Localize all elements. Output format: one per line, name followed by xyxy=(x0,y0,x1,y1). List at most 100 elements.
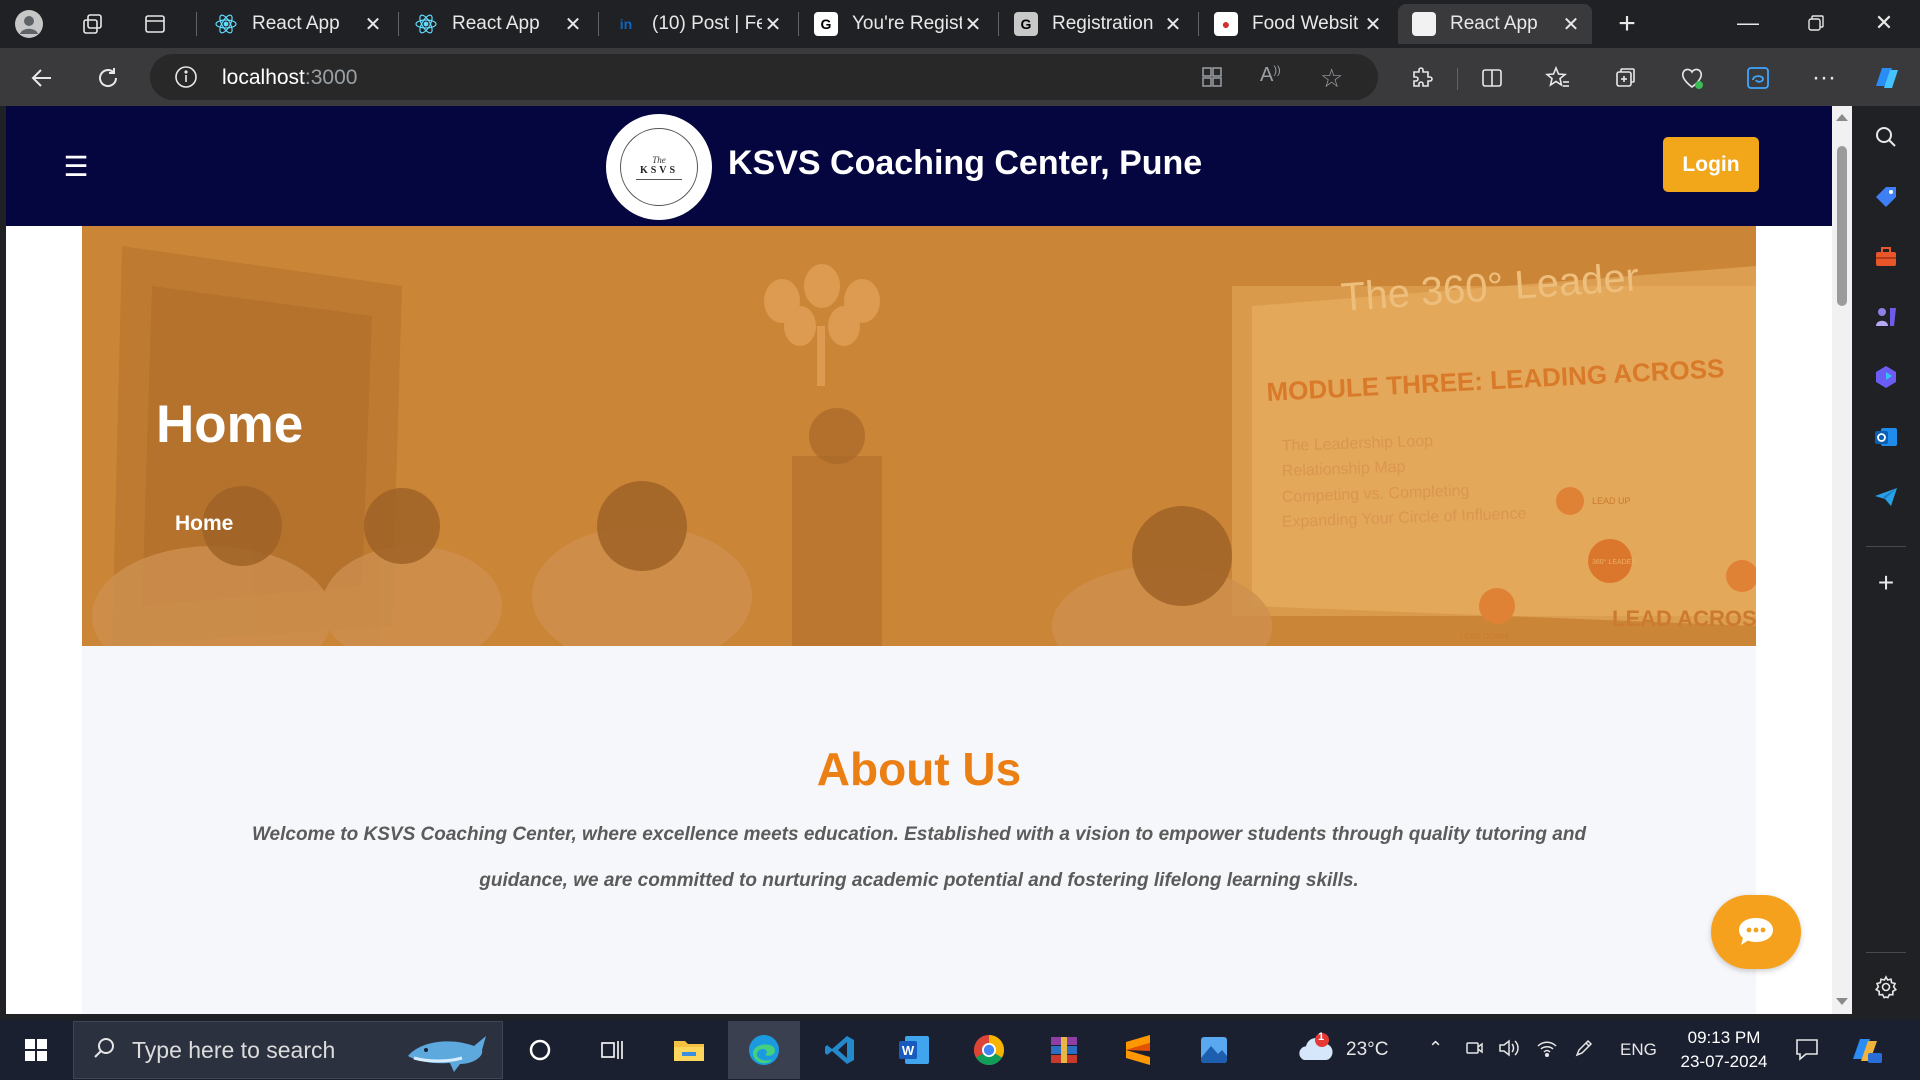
winrar-icon[interactable] xyxy=(1028,1021,1100,1079)
show-hidden-icons-icon[interactable]: ⌃ xyxy=(1428,1038,1443,1059)
edge-drop-icon[interactable] xyxy=(1740,60,1776,96)
new-tab-icon[interactable]: + xyxy=(1612,7,1642,40)
more-options-icon[interactable]: ··· xyxy=(1806,60,1842,96)
app-available-icon[interactable] xyxy=(1200,65,1224,94)
minimize-icon[interactable]: — xyxy=(1714,0,1782,46)
tab-title: Registration xyxy=(1052,13,1154,34)
clock-date: 23-07-2024 xyxy=(1680,1052,1768,1071)
address-bar[interactable]: localhost:3000 A)) ☆ xyxy=(150,54,1378,100)
restore-icon[interactable] xyxy=(1782,0,1850,46)
volume-icon[interactable] xyxy=(1498,1038,1520,1063)
read-aloud-icon[interactable]: A)) xyxy=(1260,64,1281,87)
browser-tab[interactable]: ● Food Websit ✕ xyxy=(1200,4,1394,44)
browser-tab-active[interactable]: React App ✕ xyxy=(1398,4,1592,44)
browser-toolbar: localhost:3000 A)) ☆ ··· xyxy=(0,48,1920,106)
login-button[interactable]: Login xyxy=(1663,137,1759,192)
linkedin-favicon-icon: in xyxy=(619,16,633,32)
browser-tab[interactable]: in (10) Post | Fe ✕ xyxy=(600,4,794,44)
close-tab-icon[interactable]: ✕ xyxy=(1362,13,1384,36)
site-header: ☰ The KSVS KSVS Coaching Center, Pune Lo… xyxy=(6,106,1832,226)
task-view-icon[interactable] xyxy=(576,1021,648,1079)
close-tab-icon[interactable]: ✕ xyxy=(962,13,984,36)
refresh-icon[interactable] xyxy=(90,60,126,96)
outlook-icon[interactable] xyxy=(1869,420,1903,454)
notifications-icon[interactable] xyxy=(1794,1036,1820,1067)
chrome-icon[interactable] xyxy=(953,1021,1025,1079)
copilot-icon[interactable] xyxy=(1868,60,1904,96)
hero-banner: The 360° Leader MODULE THREE: LEADING AC… xyxy=(82,226,1756,646)
copilot-taskbar-icon[interactable] xyxy=(1848,1033,1882,1072)
chat-button[interactable] xyxy=(1711,895,1801,969)
wifi-icon[interactable] xyxy=(1536,1038,1558,1063)
browser-tab[interactable]: G Registration ✕ xyxy=(1000,4,1194,44)
page-scrollbar[interactable] xyxy=(1832,106,1852,1014)
site-logo[interactable]: The KSVS xyxy=(606,114,712,220)
sublime-text-icon[interactable] xyxy=(1102,1021,1174,1079)
close-tab-icon[interactable]: ✕ xyxy=(362,13,384,36)
extensions-icon[interactable] xyxy=(1404,60,1440,96)
browser-essentials-icon[interactable] xyxy=(1674,60,1710,96)
hero-title: Home xyxy=(156,395,304,454)
close-tab-icon[interactable]: ✕ xyxy=(762,13,784,36)
favorite-star-icon[interactable]: ☆ xyxy=(1320,63,1343,94)
close-tab-icon[interactable]: ✕ xyxy=(562,13,584,36)
sidebar-settings-gear-icon[interactable] xyxy=(1869,970,1903,1004)
search-icon xyxy=(92,1036,116,1065)
meet-now-icon[interactable] xyxy=(1464,1038,1484,1063)
vscode-icon[interactable] xyxy=(804,1021,876,1079)
scroll-up-icon[interactable] xyxy=(1836,114,1848,121)
profile-avatar-icon[interactable] xyxy=(14,9,44,39)
close-tab-icon[interactable]: ✕ xyxy=(1560,13,1582,36)
browser-tab[interactable]: G You're Regist ✕ xyxy=(800,4,994,44)
tab-title: React App xyxy=(452,13,540,34)
word-icon[interactable]: W xyxy=(878,1021,950,1079)
weather-icon[interactable]: 1 xyxy=(1296,1031,1336,1071)
copilot-app-icon[interactable] xyxy=(1869,360,1903,394)
site-info-icon[interactable] xyxy=(174,65,198,94)
g-favicon-icon: G xyxy=(814,12,838,36)
close-window-icon[interactable]: ✕ xyxy=(1850,0,1918,46)
react-favicon-icon xyxy=(214,12,238,36)
split-screen-icon[interactable] xyxy=(1474,60,1510,96)
tools-briefcase-icon[interactable] xyxy=(1869,240,1903,274)
edge-browser-icon[interactable] xyxy=(728,1021,800,1079)
cortana-icon[interactable] xyxy=(504,1021,576,1079)
dolphin-search-highlight-icon xyxy=(404,1028,490,1079)
about-title: About Us xyxy=(816,743,1022,795)
back-icon[interactable] xyxy=(24,60,60,96)
breadcrumb[interactable]: Home xyxy=(175,512,233,536)
tab-title: React App xyxy=(1450,13,1538,34)
tab-title: You're Regist xyxy=(852,13,962,34)
telegram-send-icon[interactable] xyxy=(1869,480,1903,514)
add-sidebar-app-icon[interactable]: + xyxy=(1869,566,1903,600)
hamburger-menu-icon[interactable]: ☰ xyxy=(60,150,92,182)
shopping-tag-icon[interactable] xyxy=(1869,180,1903,214)
taskbar-clock[interactable]: 09:13 PM 23-07-2024 xyxy=(1662,1026,1786,1074)
browser-tab[interactable]: React App ✕ xyxy=(200,4,394,44)
weather-temperature: 23°C xyxy=(1346,1039,1389,1060)
scroll-down-icon[interactable] xyxy=(1836,998,1848,1005)
close-tab-icon[interactable]: ✕ xyxy=(1162,13,1184,36)
browser-tab[interactable]: React App ✕ xyxy=(400,4,594,44)
svg-text:W: W xyxy=(902,1043,915,1058)
page-viewport: ☰ The KSVS KSVS Coaching Center, Pune Lo… xyxy=(6,106,1832,1014)
photos-icon[interactable] xyxy=(1178,1021,1250,1079)
taskbar-search-input[interactable]: Type here to search xyxy=(73,1021,503,1079)
hero-image: The 360° Leader MODULE THREE: LEADING AC… xyxy=(82,226,1756,646)
input-language[interactable]: ENG xyxy=(1620,1040,1657,1060)
start-windows-icon[interactable] xyxy=(0,1021,72,1079)
url-text: localhost:3000 xyxy=(222,66,358,89)
file-explorer-icon[interactable] xyxy=(653,1021,725,1079)
workspaces-icon[interactable] xyxy=(78,9,108,39)
react-favicon-icon xyxy=(414,12,438,36)
page-favicon-icon xyxy=(1412,12,1436,36)
collections-icon[interactable] xyxy=(1608,60,1644,96)
search-icon[interactable] xyxy=(1869,120,1903,154)
edge-sidebar: + xyxy=(1852,106,1920,1014)
games-icon[interactable] xyxy=(1869,300,1903,334)
vertical-tabs-icon[interactable] xyxy=(140,9,170,39)
scrollbar-thumb[interactable] xyxy=(1837,146,1847,306)
pen-icon[interactable] xyxy=(1574,1038,1594,1063)
favorites-icon[interactable] xyxy=(1540,60,1576,96)
windows-taskbar: Type here to search W 1 23°C ⌃ ENG 09:13… xyxy=(0,1020,1920,1080)
